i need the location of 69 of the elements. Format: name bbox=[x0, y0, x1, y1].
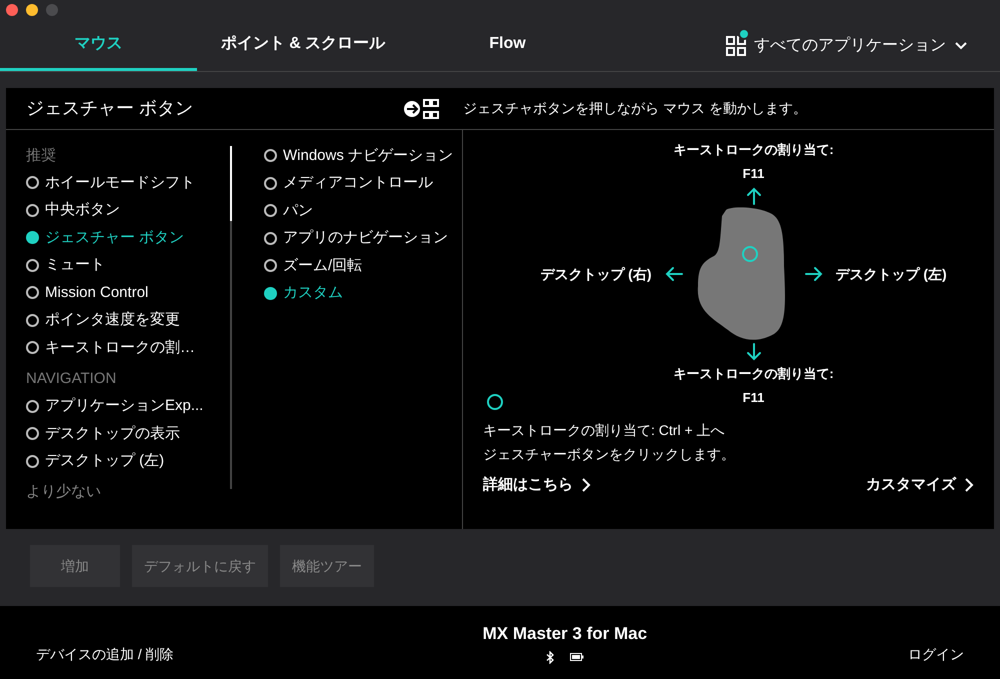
action-button[interactable]: 増加 bbox=[30, 545, 120, 587]
radio-button[interactable] bbox=[264, 176, 277, 190]
radio-button[interactable] bbox=[26, 204, 39, 217]
battery-icon bbox=[570, 653, 584, 662]
gesture-down-label: キーストロークの割り当て: bbox=[673, 365, 834, 383]
option-label[interactable]: デスクトップ (左) bbox=[45, 450, 164, 472]
option-label[interactable]: 中央ボタン bbox=[45, 199, 120, 222]
option-label[interactable]: ポインタ速度を変更 bbox=[45, 309, 180, 332]
option-label[interactable]: Mission Control bbox=[45, 282, 148, 304]
radio-button[interactable] bbox=[26, 286, 39, 300]
radio-button[interactable] bbox=[26, 400, 39, 413]
show-less-link[interactable]: より少ない bbox=[26, 481, 226, 504]
minimize-button[interactable] bbox=[26, 4, 38, 16]
radio-button[interactable] bbox=[26, 258, 39, 272]
arrow-right-icon bbox=[804, 264, 824, 284]
gesture-icon bbox=[403, 98, 439, 120]
option-label[interactable]: メディアコントロール bbox=[283, 172, 433, 194]
customize-link[interactable]: カスタマイズ bbox=[866, 474, 974, 496]
action-button[interactable]: デフォルトに戻す bbox=[132, 545, 268, 587]
device-name: MX Master 3 for Mac bbox=[482, 623, 648, 646]
radio-button[interactable] bbox=[264, 232, 277, 245]
grid-icon bbox=[726, 36, 746, 56]
gesture-down-label: F11 bbox=[742, 389, 764, 407]
app-selector[interactable]: すべてのアプリケーション bbox=[726, 20, 1000, 71]
radio-button[interactable] bbox=[26, 341, 39, 354]
scrollbar-thumb[interactable] bbox=[230, 146, 232, 221]
radio-button[interactable] bbox=[26, 314, 39, 327]
gesture-up-label: キーストロークの割り当て: bbox=[673, 141, 834, 159]
click-action-text: キーストロークの割り当て: Ctrl + 上へ bbox=[483, 421, 726, 440]
option-label[interactable]: キーストロークの割… bbox=[45, 336, 195, 359]
radio-button[interactable] bbox=[26, 454, 39, 468]
login-link[interactable]: ログイン bbox=[908, 644, 964, 665]
close-button[interactable] bbox=[6, 4, 18, 16]
option-label[interactable]: ジェスチャー ボタン bbox=[45, 226, 184, 249]
panel-title: ジェスチャー ボタン bbox=[26, 97, 194, 120]
chevron-right-icon bbox=[581, 478, 591, 492]
learn-more-link[interactable]: 詳細はこちら bbox=[483, 474, 591, 496]
option-label[interactable]: デスクトップの表示 bbox=[45, 422, 180, 445]
option-label[interactable]: カスタム bbox=[283, 282, 343, 304]
gesture-right-label: デスクトップ (左) bbox=[836, 264, 947, 284]
option-label[interactable]: ズーム/回転 bbox=[283, 254, 362, 277]
option-label[interactable]: ホイールモードシフト bbox=[45, 172, 195, 194]
radio-button[interactable] bbox=[264, 149, 277, 162]
tab[interactable]: マウス bbox=[0, 20, 197, 71]
option-label[interactable]: Windows ナビゲーション bbox=[283, 144, 454, 167]
group-heading: 推奨 bbox=[26, 146, 57, 166]
tab[interactable]: ポイント & スクロール bbox=[197, 20, 409, 71]
bluetooth-icon bbox=[546, 650, 554, 664]
option-label[interactable]: アプリのナビゲーション bbox=[283, 227, 448, 250]
action-button[interactable]: 機能ツアー bbox=[280, 545, 374, 587]
gesture-up-label: F11 bbox=[742, 165, 764, 183]
radio-button[interactable] bbox=[264, 259, 277, 272]
add-remove-device-link[interactable]: デバイスの追加 / 削除 bbox=[36, 644, 174, 665]
radio-button[interactable] bbox=[264, 286, 277, 300]
group-heading: NAVIGATION bbox=[26, 369, 118, 389]
tab[interactable]: Flow bbox=[409, 20, 606, 71]
radio-button[interactable] bbox=[26, 231, 39, 244]
gesture-left-label: デスクトップ (右) bbox=[540, 264, 652, 284]
radio-button[interactable] bbox=[26, 427, 39, 440]
radio-button[interactable] bbox=[26, 176, 39, 190]
click-indicator-icon bbox=[487, 394, 503, 410]
radio-button[interactable] bbox=[264, 204, 277, 218]
option-label[interactable]: アプリケーションExp... bbox=[45, 395, 204, 418]
arrow-left-icon bbox=[664, 264, 684, 284]
option-label[interactable]: ミュート bbox=[45, 254, 105, 276]
chevron-right-icon bbox=[964, 478, 974, 492]
click-action-text: ジェスチャーボタンをクリックします。 bbox=[483, 445, 736, 464]
panel-hint: ジェスチャボタンを押しながら マウス を動かします。 bbox=[463, 99, 807, 118]
option-label[interactable]: パン bbox=[283, 200, 313, 222]
